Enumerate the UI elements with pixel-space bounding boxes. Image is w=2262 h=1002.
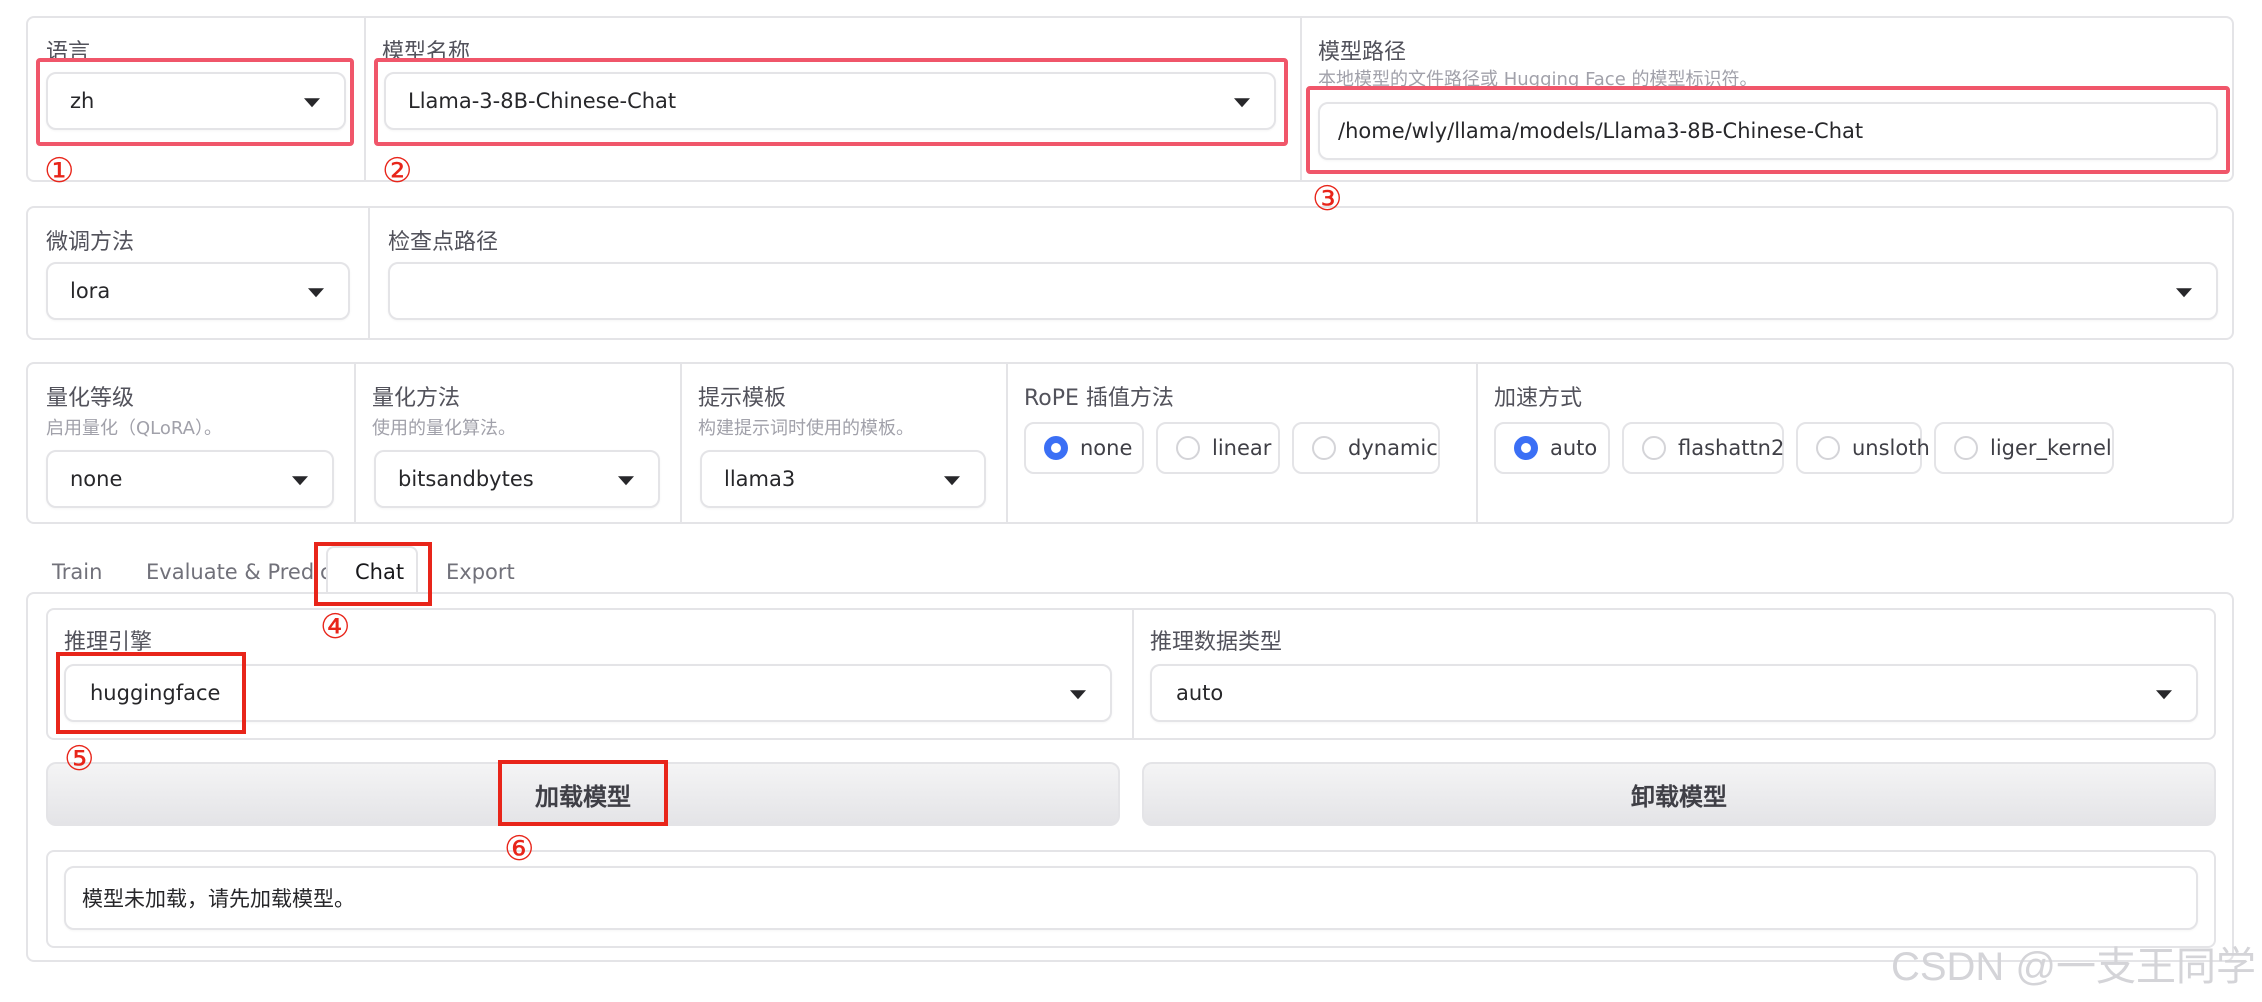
model-name-value: Llama-3-8B-Chinese-Chat	[408, 89, 677, 113]
model-path-input[interactable]: /home/wly/llama/models/Llama3-8B-Chinese…	[1318, 102, 2218, 160]
divider	[354, 364, 356, 522]
info-box: 模型未加载，请先加载模型。	[64, 866, 2198, 930]
template-value: llama3	[724, 467, 796, 491]
rope-radio-none[interactable]: none	[1024, 422, 1144, 474]
rope-radio-linear[interactable]: linear	[1156, 422, 1280, 474]
radio-unselected-icon	[1312, 436, 1336, 460]
finetune-select[interactable]: lora	[46, 262, 350, 320]
tab-train[interactable]: Train	[52, 560, 102, 584]
booster-radio-unsloth[interactable]: unsloth	[1796, 422, 1930, 474]
annotation-number: ①	[44, 151, 75, 191]
quant-bit-label: 量化等级	[46, 386, 135, 411]
radio-unselected-icon	[1816, 436, 1840, 460]
quant-method-value: bitsandbytes	[398, 467, 534, 491]
chevron-down-icon	[944, 476, 960, 486]
model-name-select[interactable]: Llama-3-8B-Chinese-Chat	[384, 72, 1276, 130]
radio-selected-icon	[1044, 436, 1068, 460]
checkpoint-label: 检查点路径	[388, 230, 499, 255]
unload-model-button[interactable]: 卸载模型	[1142, 762, 2216, 826]
template-select[interactable]: llama3	[700, 450, 986, 508]
booster-option-label: auto	[1550, 436, 1598, 460]
annotation-number: ④	[320, 607, 351, 647]
chevron-down-icon	[2156, 690, 2172, 700]
booster-option-label: unsloth	[1852, 436, 1930, 460]
infer-dtype-value: auto	[1176, 681, 1224, 705]
annotation-number: ⑥	[504, 829, 535, 869]
rope-radio-dynamic[interactable]: dynamic	[1292, 422, 1440, 474]
radio-selected-icon	[1514, 436, 1538, 460]
chevron-down-icon	[304, 98, 320, 108]
divider	[1300, 18, 1302, 180]
model-path-label: 模型路径	[1318, 40, 1407, 65]
tab-evaluate-predict[interactable]: Evaluate & Predict	[146, 560, 340, 584]
language-select[interactable]: zh	[46, 72, 346, 130]
booster-radio-liger-kernel[interactable]: liger_kernel	[1934, 422, 2114, 474]
info-box-text: 模型未加载，请先加载模型。	[82, 887, 355, 911]
divider	[680, 364, 682, 522]
chevron-down-icon	[1070, 690, 1086, 700]
booster-option-label: flashattn2	[1678, 436, 1785, 460]
quant-bit-value: none	[70, 467, 123, 491]
chevron-down-icon	[292, 476, 308, 486]
model-path-desc: 本地模型的文件路径或 Hugging Face 的模型标识符。	[1318, 69, 1758, 90]
infer-backend-label: 推理引擎	[64, 630, 153, 655]
rope-option-label: linear	[1212, 436, 1272, 460]
booster-radio-auto[interactable]: auto	[1494, 422, 1610, 474]
divider	[368, 208, 370, 338]
booster-option-label: liger_kernel	[1990, 436, 2112, 460]
quant-bit-select[interactable]: none	[46, 450, 334, 508]
rope-label: RoPE 插值方法	[1024, 386, 1174, 411]
language-value: zh	[70, 89, 95, 113]
load-model-button[interactable]: 加载模型	[46, 762, 1120, 826]
radio-unselected-icon	[1954, 436, 1978, 460]
radio-unselected-icon	[1176, 436, 1200, 460]
template-desc: 构建提示词时使用的模板。	[698, 418, 914, 439]
chevron-down-icon	[308, 288, 324, 298]
tab-export[interactable]: Export	[446, 560, 515, 584]
divider	[1132, 610, 1134, 738]
model-name-label: 模型名称	[382, 40, 471, 65]
language-label: 语言	[46, 40, 91, 65]
divider	[1006, 364, 1008, 522]
watermark: CSDN @一支王同学	[1890, 945, 2256, 989]
annotation-number: ②	[382, 151, 413, 191]
chevron-down-icon	[2176, 288, 2192, 298]
template-label: 提示模板	[698, 386, 787, 411]
finetune-label: 微调方法	[46, 230, 135, 255]
booster-label: 加速方式	[1494, 386, 1583, 411]
divider	[1476, 364, 1478, 522]
quant-method-select[interactable]: bitsandbytes	[374, 450, 660, 508]
finetune-value: lora	[70, 279, 111, 303]
annotation-number: ③	[1312, 179, 1343, 219]
quant-method-desc: 使用的量化算法。	[372, 418, 516, 439]
chevron-down-icon	[618, 476, 634, 486]
quant-bit-desc: 启用量化（QLoRA）。	[46, 418, 222, 439]
infer-dtype-label: 推理数据类型	[1150, 630, 1283, 655]
divider	[364, 18, 366, 180]
model-path-value: /home/wly/llama/models/Llama3-8B-Chinese…	[1338, 119, 1864, 143]
infer-dtype-select[interactable]: auto	[1150, 664, 2198, 722]
checkpoint-select[interactable]	[388, 262, 2218, 320]
radio-unselected-icon	[1642, 436, 1666, 460]
infer-backend-value: huggingface	[90, 681, 221, 705]
rope-option-label: dynamic	[1348, 436, 1438, 460]
booster-radio-flashattn2[interactable]: flashattn2	[1622, 422, 1784, 474]
quant-method-label: 量化方法	[372, 386, 461, 411]
annotation-number: ⑤	[64, 739, 95, 779]
chevron-down-icon	[1234, 98, 1250, 108]
tab-chat[interactable]: Chat	[355, 560, 404, 584]
infer-backend-select[interactable]: huggingface	[64, 664, 1112, 722]
rope-option-label: none	[1080, 436, 1133, 460]
